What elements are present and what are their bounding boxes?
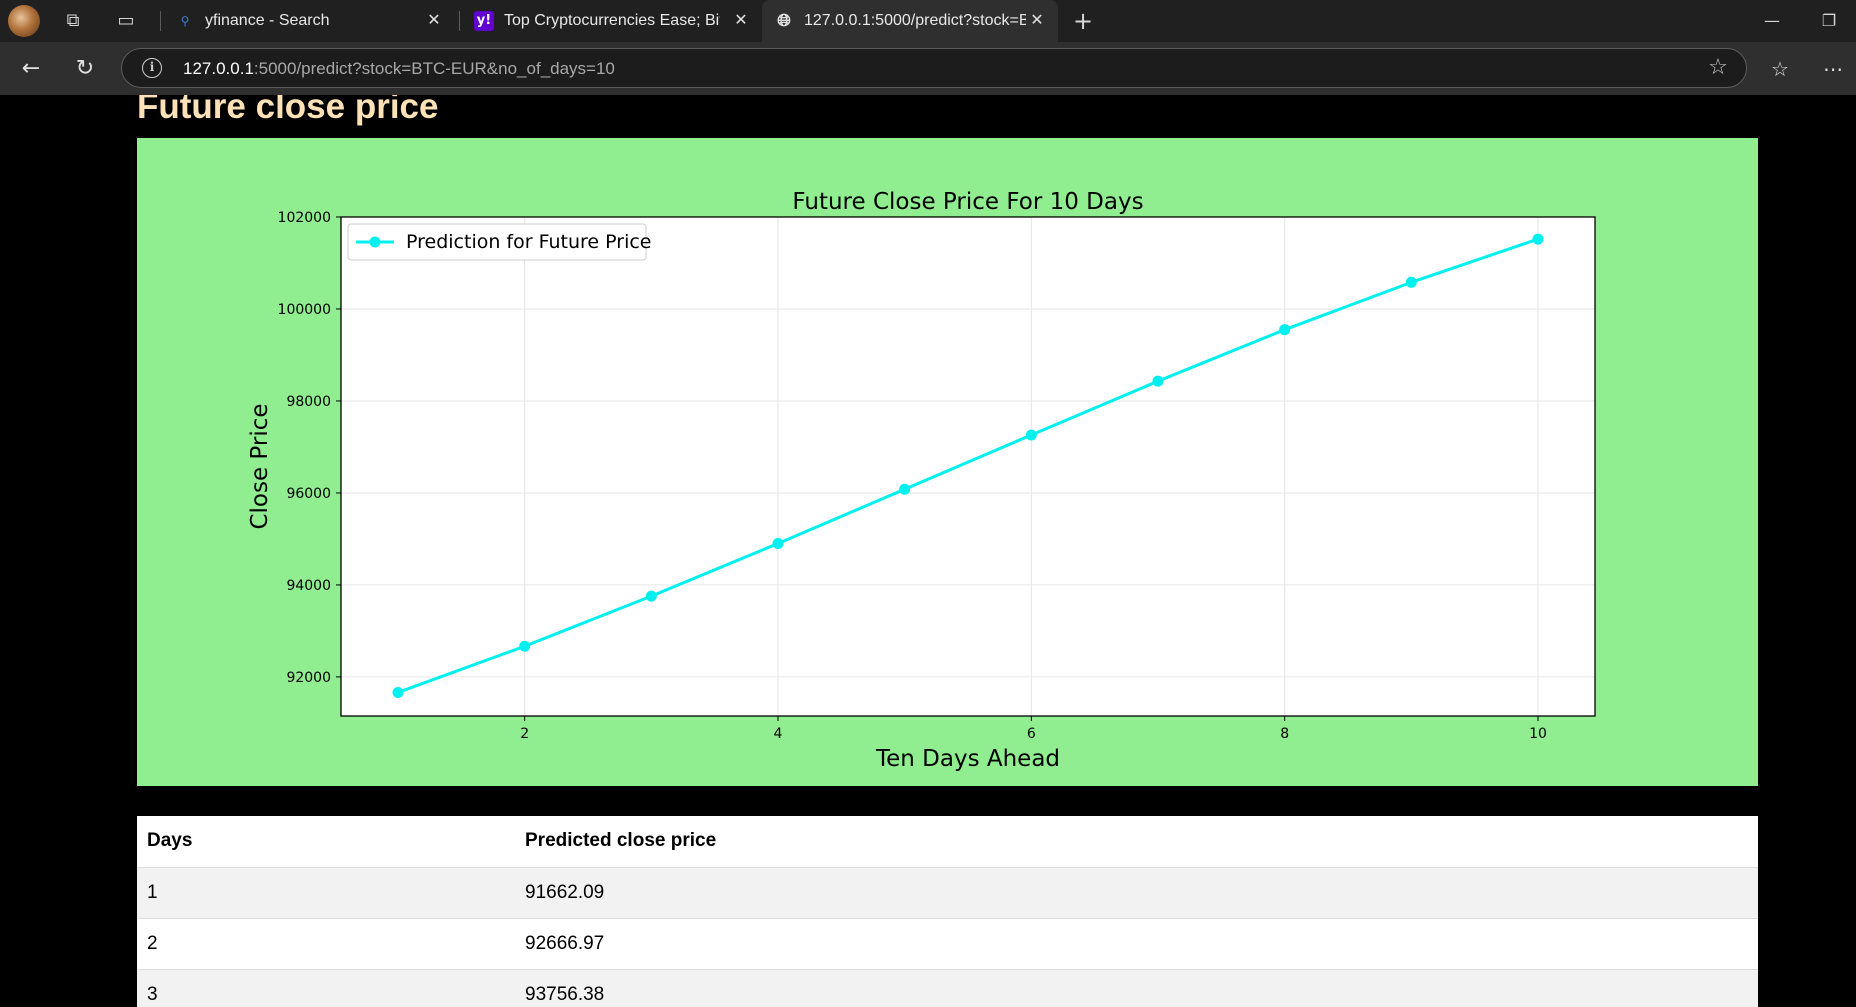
tab-title: Top Cryptocurrencies Ease; Bitcoin xyxy=(504,12,720,29)
column-header-days: Days xyxy=(147,830,193,852)
data-point xyxy=(1532,233,1544,245)
table-row: 3 93756.38 xyxy=(137,968,1758,1007)
cell-day: 1 xyxy=(137,866,515,918)
y-tick-label: 96000 xyxy=(286,486,331,502)
globe-icon: 🌐︎ xyxy=(777,11,791,31)
line-chart: 2 4 6 8 10 92000 94000 96000 98000 100000 102000 Pr… xyxy=(247,189,1596,772)
more-menu-icon[interactable]: ⋯ xyxy=(1816,52,1850,86)
refresh-icon[interactable]: ↻ xyxy=(68,52,102,86)
data-point xyxy=(1279,324,1291,336)
close-tab-icon[interactable]: ✕ xyxy=(1026,9,1048,31)
y-tick-label: 94000 xyxy=(286,578,331,594)
x-tick-label: 6 xyxy=(1027,726,1036,742)
y-tick-label: 102000 xyxy=(278,210,331,226)
tab-separator xyxy=(459,11,460,31)
legend-marker xyxy=(369,236,381,248)
data-point xyxy=(1152,375,1164,387)
url-host: 127.0.0.1 xyxy=(183,59,254,78)
close-tab-icon[interactable]: ✕ xyxy=(423,9,445,31)
data-point xyxy=(1025,429,1037,441)
minimize-icon[interactable]: — xyxy=(1749,6,1795,36)
favorite-star-icon[interactable]: ☆ xyxy=(1704,54,1732,82)
cell-day: 2 xyxy=(137,917,515,969)
cell-price: 91662.09 xyxy=(515,866,1758,918)
y-tick-label: 98000 xyxy=(286,394,331,410)
x-tick-label: 4 xyxy=(774,726,783,742)
prediction-table: Days Predicted close price 1 91662.09 2 … xyxy=(137,816,1758,1007)
chart-title: Future Close Price For 10 Days xyxy=(792,189,1143,215)
url-path: :5000/predict?stock=BTC-EUR&no_of_days=1… xyxy=(253,59,615,78)
navigation-bar: ← ↻ i 127.0.0.1:5000/predict?stock=BTC-E… xyxy=(0,42,1856,95)
restore-icon[interactable]: ❐ xyxy=(1806,6,1852,36)
data-point xyxy=(772,538,784,550)
yahoo-icon: y! xyxy=(474,11,494,31)
data-point xyxy=(392,686,404,698)
workspaces-icon[interactable]: ⧉ xyxy=(60,8,86,34)
y-axis-label: Close Price xyxy=(247,403,273,529)
page-content: Future close price 2 4 6 8 10 92000 94000 96000… xyxy=(0,95,1856,1007)
data-point xyxy=(519,640,531,652)
tab-separator xyxy=(160,11,161,31)
search-icon: ⚲ xyxy=(180,14,190,28)
tab-yahoo-crypto[interactable]: y! Top Cryptocurrencies Ease; Bitcoin ✕ xyxy=(462,0,762,42)
x-axis-label: Ten Days Ahead xyxy=(875,746,1060,772)
y-tick-label: 92000 xyxy=(286,670,331,686)
x-tick-label: 8 xyxy=(1280,726,1289,742)
info-icon[interactable]: i xyxy=(142,58,162,78)
x-tick-label: 10 xyxy=(1529,726,1547,742)
tab-predict-active[interactable]: 🌐︎ 127.0.0.1:5000/predict?stock=BTC-EUR … xyxy=(762,0,1058,42)
tab-title: yfinance - Search xyxy=(205,12,330,29)
tab-bar: ⧉ ▭ ⚲ yfinance - Search ✕ y! Top Cryptoc… xyxy=(0,0,1856,42)
legend-label: Prediction for Future Price xyxy=(406,231,652,253)
cell-day: 3 xyxy=(137,968,515,1007)
data-point xyxy=(899,483,911,495)
cell-price: 93756.38 xyxy=(515,968,1758,1007)
data-point xyxy=(645,590,657,602)
y-tick-label: 100000 xyxy=(278,302,331,318)
table-row: 2 92666.97 xyxy=(137,917,1758,969)
new-tab-icon[interactable]: + xyxy=(1070,8,1096,34)
chart-container: 2 4 6 8 10 92000 94000 96000 98000 100000 102000 Pr… xyxy=(137,138,1758,786)
url-text[interactable]: 127.0.0.1:5000/predict?stock=BTC-EUR&no_… xyxy=(183,59,615,79)
page-title: Future close price xyxy=(137,95,439,126)
back-arrow-icon[interactable]: ← xyxy=(14,52,48,86)
tab-actions-icon[interactable]: ▭ xyxy=(113,8,139,34)
table-row: 1 91662.09 xyxy=(137,866,1758,918)
favorites-icon[interactable]: ☆ xyxy=(1763,52,1797,86)
column-header-price: Predicted close price xyxy=(525,830,717,852)
data-point xyxy=(1405,276,1417,288)
x-tick-label: 2 xyxy=(520,726,529,742)
tab-yfinance-search[interactable]: ⚲ yfinance - Search ✕ xyxy=(163,0,455,42)
cell-price: 92666.97 xyxy=(515,917,1758,969)
tab-title: 127.0.0.1:5000/predict?stock=BTC-EUR xyxy=(804,12,1026,29)
profile-avatar[interactable] xyxy=(8,5,40,37)
address-bar[interactable]: i 127.0.0.1:5000/predict?stock=BTC-EUR&n… xyxy=(121,48,1747,88)
close-tab-icon[interactable]: ✕ xyxy=(730,9,752,31)
table-header-row: Days Predicted close price xyxy=(137,816,1758,867)
plot-area xyxy=(341,217,1595,716)
